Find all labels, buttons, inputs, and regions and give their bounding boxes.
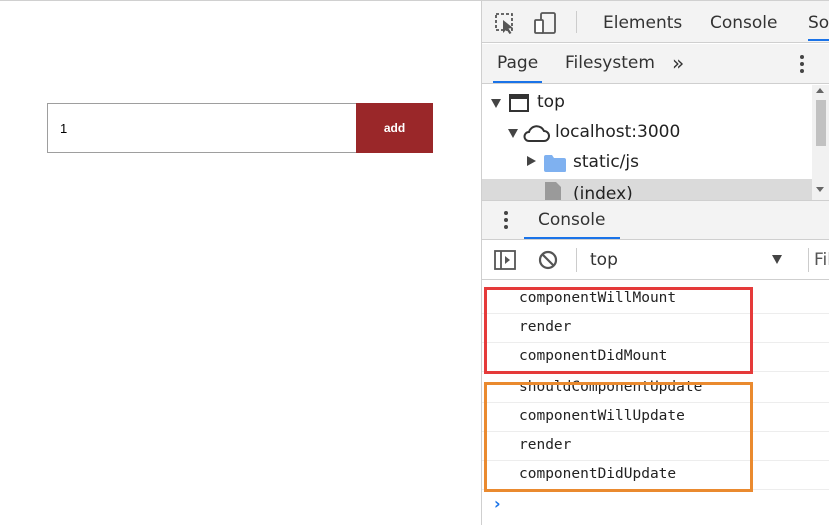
cloud-icon — [523, 125, 550, 142]
tab-page[interactable]: Page — [493, 53, 543, 83]
tree-label: (index) — [573, 184, 633, 200]
folder-icon — [544, 155, 566, 172]
collapsed-arrow-icon[interactable] — [527, 156, 536, 166]
clear-console-icon[interactable] — [538, 250, 558, 270]
tree-item-top[interactable]: top — [482, 89, 812, 117]
tree-item-static-js[interactable]: static/js — [482, 149, 812, 177]
scroll-up-icon[interactable] — [816, 88, 824, 93]
drawer-menu-icon[interactable] — [504, 211, 508, 232]
drawer-tab-console[interactable]: Console — [524, 210, 620, 239]
tree-label: localhost:3000 — [555, 122, 681, 142]
scroll-thumb[interactable] — [816, 100, 826, 146]
navigator-tabbar: Page Filesystem » — [482, 44, 829, 84]
scroll-down-icon[interactable] — [816, 187, 824, 192]
drawer-tabbar: Console — [482, 200, 829, 240]
more-tabs-icon[interactable]: » — [672, 51, 684, 75]
console-messages: componentWillMount render componentDidMo… — [482, 281, 829, 525]
toolbar-separator — [576, 11, 577, 33]
console-filter-input[interactable]: Filter — [814, 250, 829, 270]
add-button[interactable]: add — [356, 103, 433, 153]
expanded-arrow-icon[interactable] — [508, 129, 518, 138]
context-dropdown-icon[interactable] — [772, 255, 782, 264]
window-icon — [509, 94, 529, 112]
tab-elements[interactable]: Elements — [603, 13, 682, 33]
expanded-arrow-icon[interactable] — [491, 99, 501, 108]
navigator-menu-icon[interactable] — [800, 55, 804, 75]
tree-scrollbar[interactable] — [812, 85, 829, 200]
devtools-main-toolbar: Elements Console So — [482, 1, 829, 43]
console-prompt-icon[interactable]: › — [494, 494, 501, 513]
toolbar-separator — [576, 248, 577, 272]
devtools-panel: Elements Console So Page Filesystem » to… — [481, 1, 829, 525]
tab-sources[interactable]: So — [808, 13, 829, 41]
inspect-element-icon[interactable] — [494, 12, 518, 34]
tab-console[interactable]: Console — [710, 13, 778, 33]
console-toolbar: top Filter — [482, 240, 829, 280]
update-lifecycle-highlight — [484, 382, 753, 492]
tree-item-localhost[interactable]: localhost:3000 — [482, 119, 812, 147]
tree-item-index[interactable]: (index) — [482, 179, 812, 200]
tab-filesystem[interactable]: Filesystem — [565, 53, 655, 73]
console-sidebar-icon[interactable] — [494, 250, 516, 270]
tree-label: top — [537, 92, 565, 112]
toolbar-separator — [808, 248, 809, 272]
mount-lifecycle-highlight — [484, 287, 753, 374]
device-toolbar-icon[interactable] — [534, 12, 558, 34]
tree-label: static/js — [573, 152, 639, 172]
app-page: add — [0, 1, 481, 525]
page-tree: top localhost:3000 static/js (index) — [482, 85, 812, 200]
context-selector[interactable]: top — [590, 250, 618, 270]
file-icon — [545, 182, 561, 200]
number-input[interactable] — [47, 103, 356, 153]
